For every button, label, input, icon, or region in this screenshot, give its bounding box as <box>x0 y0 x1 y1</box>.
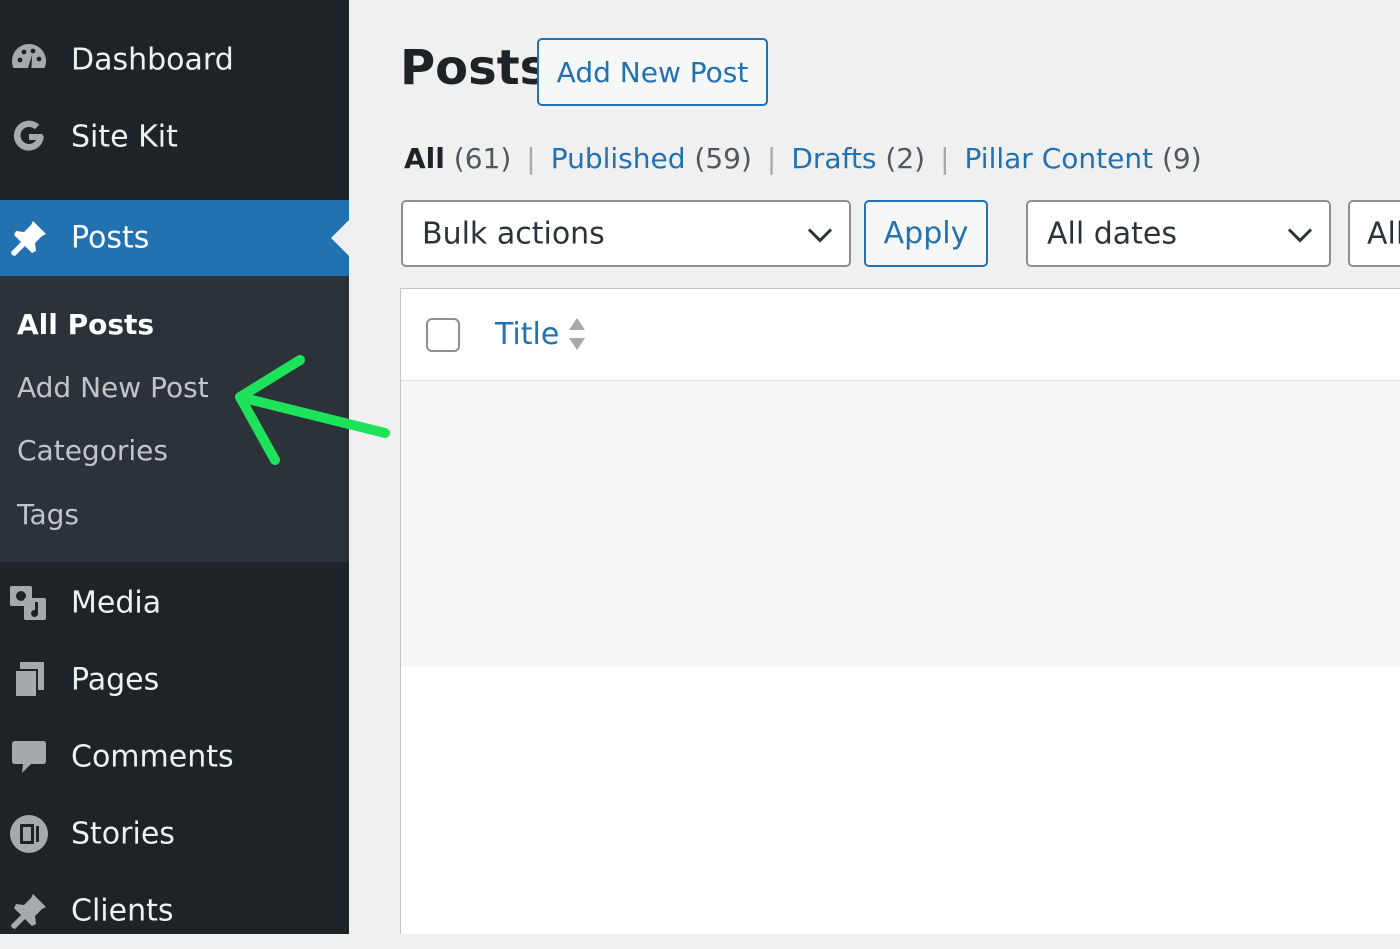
filter-separator: | <box>766 142 777 175</box>
posts-submenu: All Posts Add New Post Categories Tags <box>0 276 349 562</box>
filter-count: (9) <box>1161 142 1202 175</box>
filter-published[interactable]: Published (59) <box>551 142 752 175</box>
bulk-actions-select[interactable]: Bulk actions <box>401 200 851 267</box>
admin-sidebar: Dashboard Site Kit Posts All Posts Add N… <box>0 0 349 934</box>
sidebar-item-label: Posts <box>71 220 150 256</box>
chevron-down-icon <box>1287 216 1313 251</box>
filter-separator: | <box>940 142 950 175</box>
media-icon <box>8 582 50 624</box>
sort-arrows-icon[interactable] <box>567 316 587 356</box>
apply-button[interactable]: Apply <box>864 200 988 267</box>
sidebar-item-label: Comments <box>71 739 234 775</box>
page-title: Posts <box>400 40 549 96</box>
table-header-row: Title <box>401 289 1400 382</box>
date-filter-value: All dates <box>1047 216 1178 251</box>
sidebar-item-label: Stories <box>71 816 175 852</box>
filter-label: Published <box>550 142 686 175</box>
submenu-item-add-new-post[interactable]: Add New Post <box>17 371 209 404</box>
category-filter-value: All <box>1367 216 1400 251</box>
pages-icon <box>8 659 50 701</box>
sidebar-item-label: Media <box>71 585 162 621</box>
filter-count: (2) <box>885 142 926 175</box>
sidebar-item-label: Clients <box>71 893 174 929</box>
date-filter-select[interactable]: All dates <box>1026 200 1331 267</box>
filter-label: Pillar Content <box>964 142 1154 175</box>
filter-pillar-content[interactable]: Pillar Content (9) <box>965 142 1202 175</box>
submenu-item-all-posts[interactable]: All Posts <box>17 308 154 341</box>
filter-drafts[interactable]: Drafts (2) <box>791 142 925 175</box>
google-g-icon <box>8 116 50 158</box>
active-indicator <box>331 220 349 256</box>
submenu-item-tags[interactable]: Tags <box>17 498 79 531</box>
submenu-item-categories[interactable]: Categories <box>17 434 168 467</box>
add-new-post-button[interactable]: Add New Post <box>537 38 768 106</box>
post-status-filters: All (61) | Published (59) | Drafts (2) |… <box>404 142 1202 175</box>
category-filter-select[interactable]: All <box>1348 200 1400 267</box>
sidebar-item-dashboard[interactable]: Dashboard <box>0 22 349 98</box>
dashboard-icon <box>8 39 50 81</box>
table-row <box>401 381 1400 667</box>
pushpin-icon <box>8 890 50 932</box>
filter-all[interactable]: All (61) <box>404 142 511 175</box>
column-header-title[interactable]: Title <box>495 317 559 352</box>
sidebar-item-label: Pages <box>71 662 160 698</box>
sidebar-item-pages[interactable]: Pages <box>0 642 349 718</box>
sidebar-item-stories[interactable]: Stories <box>0 796 349 872</box>
sidebar-item-label: Dashboard <box>71 42 234 78</box>
sidebar-item-site-kit[interactable]: Site Kit <box>0 99 349 175</box>
select-all-checkbox[interactable] <box>426 318 460 352</box>
sidebar-item-label: Site Kit <box>71 119 178 155</box>
bulk-actions-value: Bulk actions <box>422 216 605 251</box>
filter-label: Drafts <box>791 142 877 175</box>
pushpin-icon <box>8 217 50 259</box>
filter-count: (59) <box>694 142 752 175</box>
stories-icon <box>8 813 50 855</box>
filter-label: All <box>404 142 445 175</box>
chevron-down-icon <box>807 216 833 251</box>
comment-bubble-icon <box>8 736 50 778</box>
sidebar-item-media[interactable]: Media <box>0 565 349 641</box>
sidebar-item-comments[interactable]: Comments <box>0 719 349 795</box>
filter-count: (61) <box>453 142 512 175</box>
posts-table: Title <box>400 288 1400 934</box>
sidebar-item-clients[interactable]: Clients <box>0 873 349 949</box>
filter-separator: | <box>526 142 536 175</box>
sidebar-item-posts[interactable]: Posts <box>0 200 349 276</box>
